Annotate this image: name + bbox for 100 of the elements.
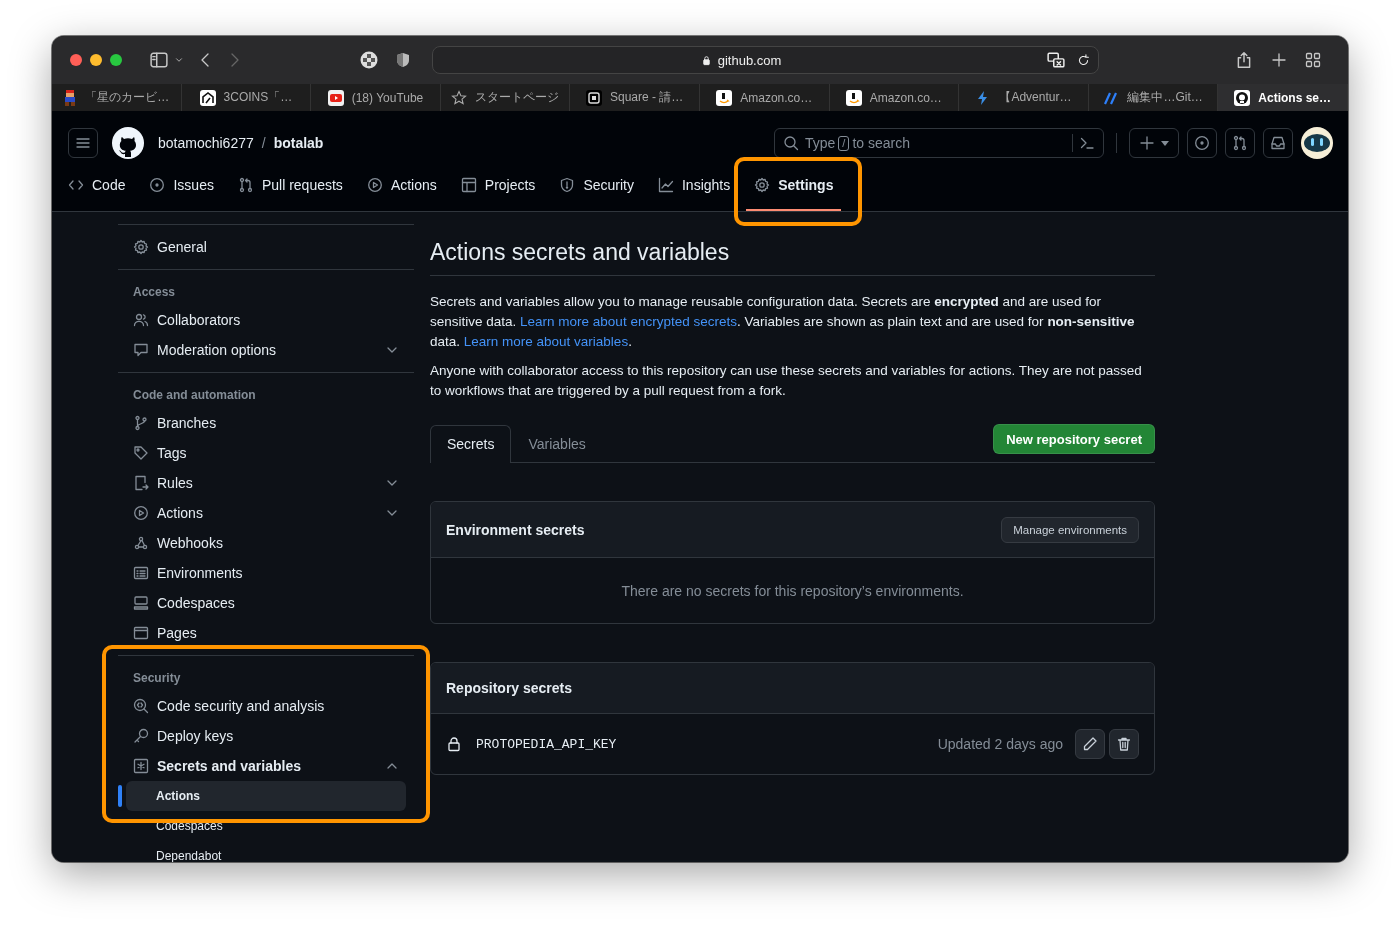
sidebar-item[interactable]: Code security and analysis (118, 691, 414, 721)
sidebar-item[interactable]: Tags (118, 438, 414, 468)
shield-icon (396, 52, 410, 68)
house-icon (199, 89, 216, 106)
inbox-button[interactable] (1263, 128, 1293, 158)
repo-tab[interactable]: Issues (141, 159, 222, 211)
repo-tab[interactable]: Projects (452, 159, 544, 211)
sidebar-item[interactable]: Moderation options (118, 335, 414, 365)
browser-tab[interactable]: Amazon.co… (829, 84, 960, 111)
tab-overview-button[interactable] (1305, 52, 1321, 68)
new-tab-button[interactable] (1271, 52, 1287, 68)
extension-button[interactable] (396, 52, 410, 68)
sidebar-item[interactable]: General (118, 232, 414, 262)
sidebar-item[interactable]: Branches (118, 408, 414, 438)
issues-button[interactable] (1187, 128, 1217, 158)
sidebar-item[interactable]: Actions (126, 781, 406, 811)
repo-tab[interactable]: Code (60, 159, 134, 211)
reload-icon (1077, 53, 1090, 67)
octocat-logo (112, 127, 144, 159)
empty-message: There are no secrets for this repository’s environments. (620, 581, 965, 601)
sidebar-item[interactable]: Pages (118, 618, 414, 648)
sidebar-item[interactable]: Codespaces (118, 588, 414, 618)
repo-tab[interactable]: Settings (746, 159, 842, 211)
learn-more-link[interactable]: Learn more about encrypted secrets (520, 314, 737, 329)
play-icon (366, 177, 383, 193)
browser-tab[interactable]: Square - 請… (570, 84, 700, 111)
sidebar-item[interactable]: Codespaces (126, 811, 406, 841)
chevron-down-icon (174, 55, 184, 65)
menu-icon (75, 135, 91, 151)
people-icon (133, 312, 149, 328)
gear-icon (133, 239, 149, 255)
zoom-button[interactable] (110, 54, 122, 66)
sidebar-item[interactable]: Collaborators (118, 305, 414, 335)
extension-button[interactable] (360, 51, 378, 69)
figure-icon (63, 89, 78, 106)
panel-title: Environment secrets (446, 521, 585, 538)
circle-dot-icon (1194, 135, 1210, 151)
translate-icon (1047, 51, 1065, 69)
menu-button[interactable] (68, 128, 98, 158)
sidebar-item[interactable]: Environments (118, 558, 414, 588)
sidebar-item[interactable]: Actions (118, 498, 414, 528)
table-icon (460, 177, 477, 193)
branch-icon (133, 415, 149, 431)
sidebar-menu-button[interactable] (174, 55, 184, 65)
close-button[interactable] (70, 54, 82, 66)
webhook-icon (133, 535, 149, 551)
section-heading: Security (132, 670, 182, 687)
caret-icon (1161, 140, 1169, 146)
tab[interactable]: Secrets (430, 425, 512, 463)
browser-icon (133, 625, 149, 641)
sidebar-item[interactable]: Rules (118, 468, 414, 498)
share-icon (1235, 51, 1253, 69)
browser-tab[interactable]: 「星のカービ… (52, 84, 182, 111)
avatar-icon[interactable] (1301, 127, 1333, 159)
owner-link[interactable]: botamochi6277 (158, 135, 254, 151)
manage-environments-button[interactable]: Manage environments (1001, 516, 1139, 543)
description-text: Anyone with collaborator access to this repository can use these secrets and variables for actions. They are not passed to workflows that are triggered by a pull request from a fork. (430, 362, 1143, 400)
repo-tab[interactable]: Actions (358, 159, 445, 211)
sidebar-item[interactable]: Webhooks (118, 528, 414, 558)
document-arrow-icon (133, 475, 149, 491)
key-icon (133, 728, 149, 744)
browser-tab[interactable]: Amazon.co… (699, 84, 830, 111)
inbox-icon (1270, 135, 1286, 151)
list-icon (133, 565, 149, 581)
sidebar-item[interactable]: Dependabot (126, 841, 406, 862)
browser-tab[interactable]: Actions se… (1218, 84, 1348, 111)
grid-icon (1305, 52, 1321, 68)
sidebar-item[interactable]: Secrets and variables (118, 751, 414, 781)
shield-icon (559, 177, 576, 193)
octocat-icon (1234, 89, 1251, 106)
browser-tab[interactable]: 【Adventur… (959, 84, 1089, 111)
star-icon (451, 89, 468, 106)
graph-icon (657, 177, 674, 193)
new-secret-button[interactable]: New repository secret (993, 424, 1155, 454)
settings-icon (754, 177, 771, 193)
pull-request-icon (237, 177, 254, 193)
minimize-button[interactable] (90, 54, 102, 66)
square-icon (586, 89, 602, 106)
search-field[interactable]: Type / to search (774, 128, 1104, 158)
repo-tab[interactable]: Insights (649, 159, 739, 211)
sidebar-icon (150, 51, 168, 69)
sidebar-item[interactable]: Deploy keys (118, 721, 414, 751)
play-icon (327, 89, 344, 106)
repository-link[interactable]: botalab (273, 135, 324, 151)
search-icon (783, 135, 799, 151)
code-search-icon (133, 698, 149, 714)
pull-requests-button[interactable] (1225, 128, 1255, 158)
lock-icon (700, 54, 712, 66)
browser-tab[interactable]: 3COINS「… (181, 84, 312, 111)
server-icon (133, 595, 149, 611)
browser-tab[interactable]: スタートページ (440, 84, 571, 111)
address-field[interactable]: github.com (432, 46, 1099, 74)
repo-tab[interactable]: Security (551, 159, 642, 211)
share-button[interactable] (1235, 51, 1253, 69)
create-new-button[interactable] (1129, 128, 1179, 158)
tab[interactable]: Variables (511, 425, 603, 463)
repo-tab[interactable]: Pull requests (229, 159, 351, 211)
browser-tab[interactable]: (18) YouTube (311, 84, 441, 111)
sidebar-button[interactable] (150, 51, 168, 69)
browser-tab[interactable]: 編集中…Git… (1088, 84, 1219, 111)
